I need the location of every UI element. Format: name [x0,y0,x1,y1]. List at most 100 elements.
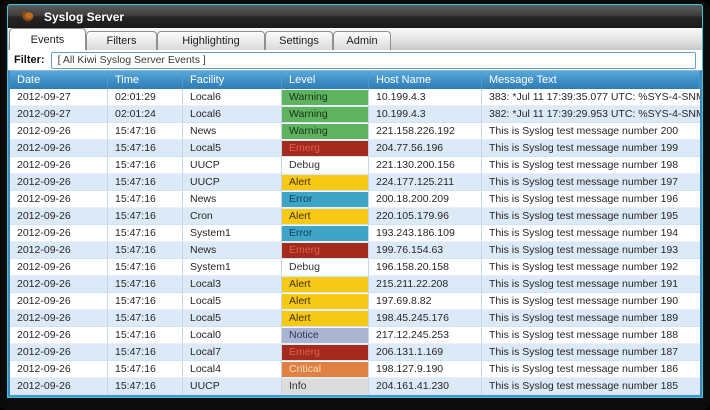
table-row[interactable]: 2012-09-26 15:47:16 Cron Alert 220.105.1… [10,208,700,225]
cell-facility: UUCP [183,174,282,191]
level-badge: Emerg [282,243,368,258]
cell-message: This is Syslog test message number 197 [482,174,700,191]
cell-date: 2012-09-26 [10,174,108,191]
level-badge: Emerg [282,141,368,156]
cell-facility: News [183,242,282,259]
table-row[interactable]: 2012-09-26 15:47:16 Local7 Emerg 206.131… [10,344,700,361]
table-row[interactable]: 2012-09-26 15:47:16 UUCP Info 204.161.41… [10,378,700,395]
cell-host: 10.199.4.3 [369,89,482,106]
cell-message: This is Syslog test message number 198 [482,157,700,174]
cell-host: 221.158.226.192 [369,123,482,140]
cell-time: 15:47:16 [108,310,183,327]
kiwi-bird-icon [18,9,35,24]
table-row[interactable]: 2012-09-26 15:47:16 Local5 Alert 198.45.… [10,310,700,327]
cell-message: This is Syslog test message number 189 [482,310,700,327]
cell-facility: Local6 [183,89,282,106]
cell-time: 15:47:16 [108,225,183,242]
cell-host: 204.77.56.196 [369,140,482,157]
cell-message: This is Syslog test message number 186 [482,361,700,378]
table-row[interactable]: 2012-09-26 15:47:16 News Error 200.18.20… [10,191,700,208]
column-header-level[interactable]: Level [282,71,369,89]
cell-time: 02:01:29 [108,89,183,106]
cell-level: Alert [282,310,369,327]
cell-level: Error [282,225,369,242]
cell-level: Emerg [282,140,369,157]
cell-facility: Local5 [183,293,282,310]
cell-facility: Local7 [183,344,282,361]
level-badge: Alert [282,294,368,309]
column-header-host[interactable]: Host Name [369,71,482,89]
level-badge: Alert [282,277,368,292]
cell-time: 15:47:16 [108,191,183,208]
table-row[interactable]: 2012-09-26 15:47:16 System1 Error 193.24… [10,225,700,242]
cell-message: This is Syslog test message number 194 [482,225,700,242]
tab-label: Events [31,34,65,46]
cell-host: 199.76.154.63 [369,242,482,259]
cell-date: 2012-09-27 [10,106,108,123]
level-badge: Warning [282,107,368,122]
cell-message: This is Syslog test message number 187 [482,344,700,361]
cell-message: This is Syslog test message number 195 [482,208,700,225]
table-row[interactable]: 2012-09-26 15:47:16 UUCP Debug 221.130.2… [10,157,700,174]
table-row[interactable]: 2012-09-27 02:01:29 Local6 Warning 10.19… [10,89,700,106]
cell-host: 220.105.179.96 [369,208,482,225]
column-header-message[interactable]: Message Text [482,71,700,89]
cell-facility: UUCP [183,157,282,174]
cell-time: 15:47:16 [108,378,183,395]
tab-filters[interactable]: Filters [86,31,157,50]
cell-date: 2012-09-26 [10,293,108,310]
column-header-facility[interactable]: Facility [183,71,282,89]
cell-host: 224.177.125.211 [369,174,482,191]
cell-time: 15:47:16 [108,174,183,191]
cell-level: Emerg [282,344,369,361]
cell-host: 198.127.9.190 [369,361,482,378]
table-header: Date Time Facility Level Host Name Messa… [10,71,700,89]
cell-date: 2012-09-26 [10,123,108,140]
cell-date: 2012-09-26 [10,191,108,208]
cell-date: 2012-09-26 [10,259,108,276]
cell-time: 15:47:16 [108,327,183,344]
cell-facility: News [183,191,282,208]
table-row[interactable]: 2012-09-26 15:47:16 UUCP Alert 224.177.1… [10,174,700,191]
table-row[interactable]: 2012-09-26 15:47:16 News Emerg 199.76.15… [10,242,700,259]
table-row[interactable]: 2012-09-26 15:47:16 Local0 Notice 217.12… [10,327,700,344]
table-row[interactable]: 2012-09-26 15:47:16 System1 Debug 196.15… [10,259,700,276]
cell-time: 02:01:24 [108,106,183,123]
tab-settings[interactable]: Settings [265,31,333,50]
filter-select[interactable] [51,52,696,69]
cell-time: 15:47:16 [108,208,183,225]
filter-row: Filter: [8,50,702,70]
events-table: Date Time Facility Level Host Name Messa… [8,70,702,397]
cell-host: 206.131.1.169 [369,344,482,361]
column-header-time[interactable]: Time [108,71,183,89]
table-row[interactable]: 2012-09-26 15:47:16 Local5 Emerg 204.77.… [10,140,700,157]
table-row[interactable]: 2012-09-26 15:47:16 Local3 Alert 215.211… [10,276,700,293]
title-bar: Syslog Server [8,5,702,28]
cell-message: This is Syslog test message number 190 [482,293,700,310]
tab-events[interactable]: Events [9,28,86,50]
cell-host: 10.199.4.3 [369,106,482,123]
cell-host: 197.69.8.82 [369,293,482,310]
level-badge: Alert [282,311,368,326]
cell-message: This is Syslog test message number 199 [482,140,700,157]
table-row[interactable]: 2012-09-27 02:01:24 Local6 Warning 10.19… [10,106,700,123]
tab-highlighting[interactable]: Highlighting [157,31,265,50]
column-header-date[interactable]: Date [10,71,108,89]
table-row[interactable]: 2012-09-26 15:47:16 Local4 Critical 198.… [10,361,700,378]
cell-date: 2012-09-26 [10,208,108,225]
cell-date: 2012-09-26 [10,344,108,361]
cell-date: 2012-09-26 [10,140,108,157]
cell-time: 15:47:16 [108,259,183,276]
level-badge: Warning [282,90,368,105]
table-row[interactable]: 2012-09-26 15:47:16 News Warning 221.158… [10,123,700,140]
cell-time: 15:47:16 [108,293,183,310]
tab-admin[interactable]: Admin [333,31,391,50]
tab-label: Settings [279,35,319,47]
tab-strip: Events Filters Highlighting Settings Adm… [8,28,702,50]
cell-date: 2012-09-26 [10,327,108,344]
cell-date: 2012-09-26 [10,225,108,242]
cell-date: 2012-09-26 [10,361,108,378]
table-body: 2012-09-27 02:01:29 Local6 Warning 10.19… [10,89,700,395]
table-row[interactable]: 2012-09-26 15:47:16 Local5 Alert 197.69.… [10,293,700,310]
cell-facility: News [183,123,282,140]
